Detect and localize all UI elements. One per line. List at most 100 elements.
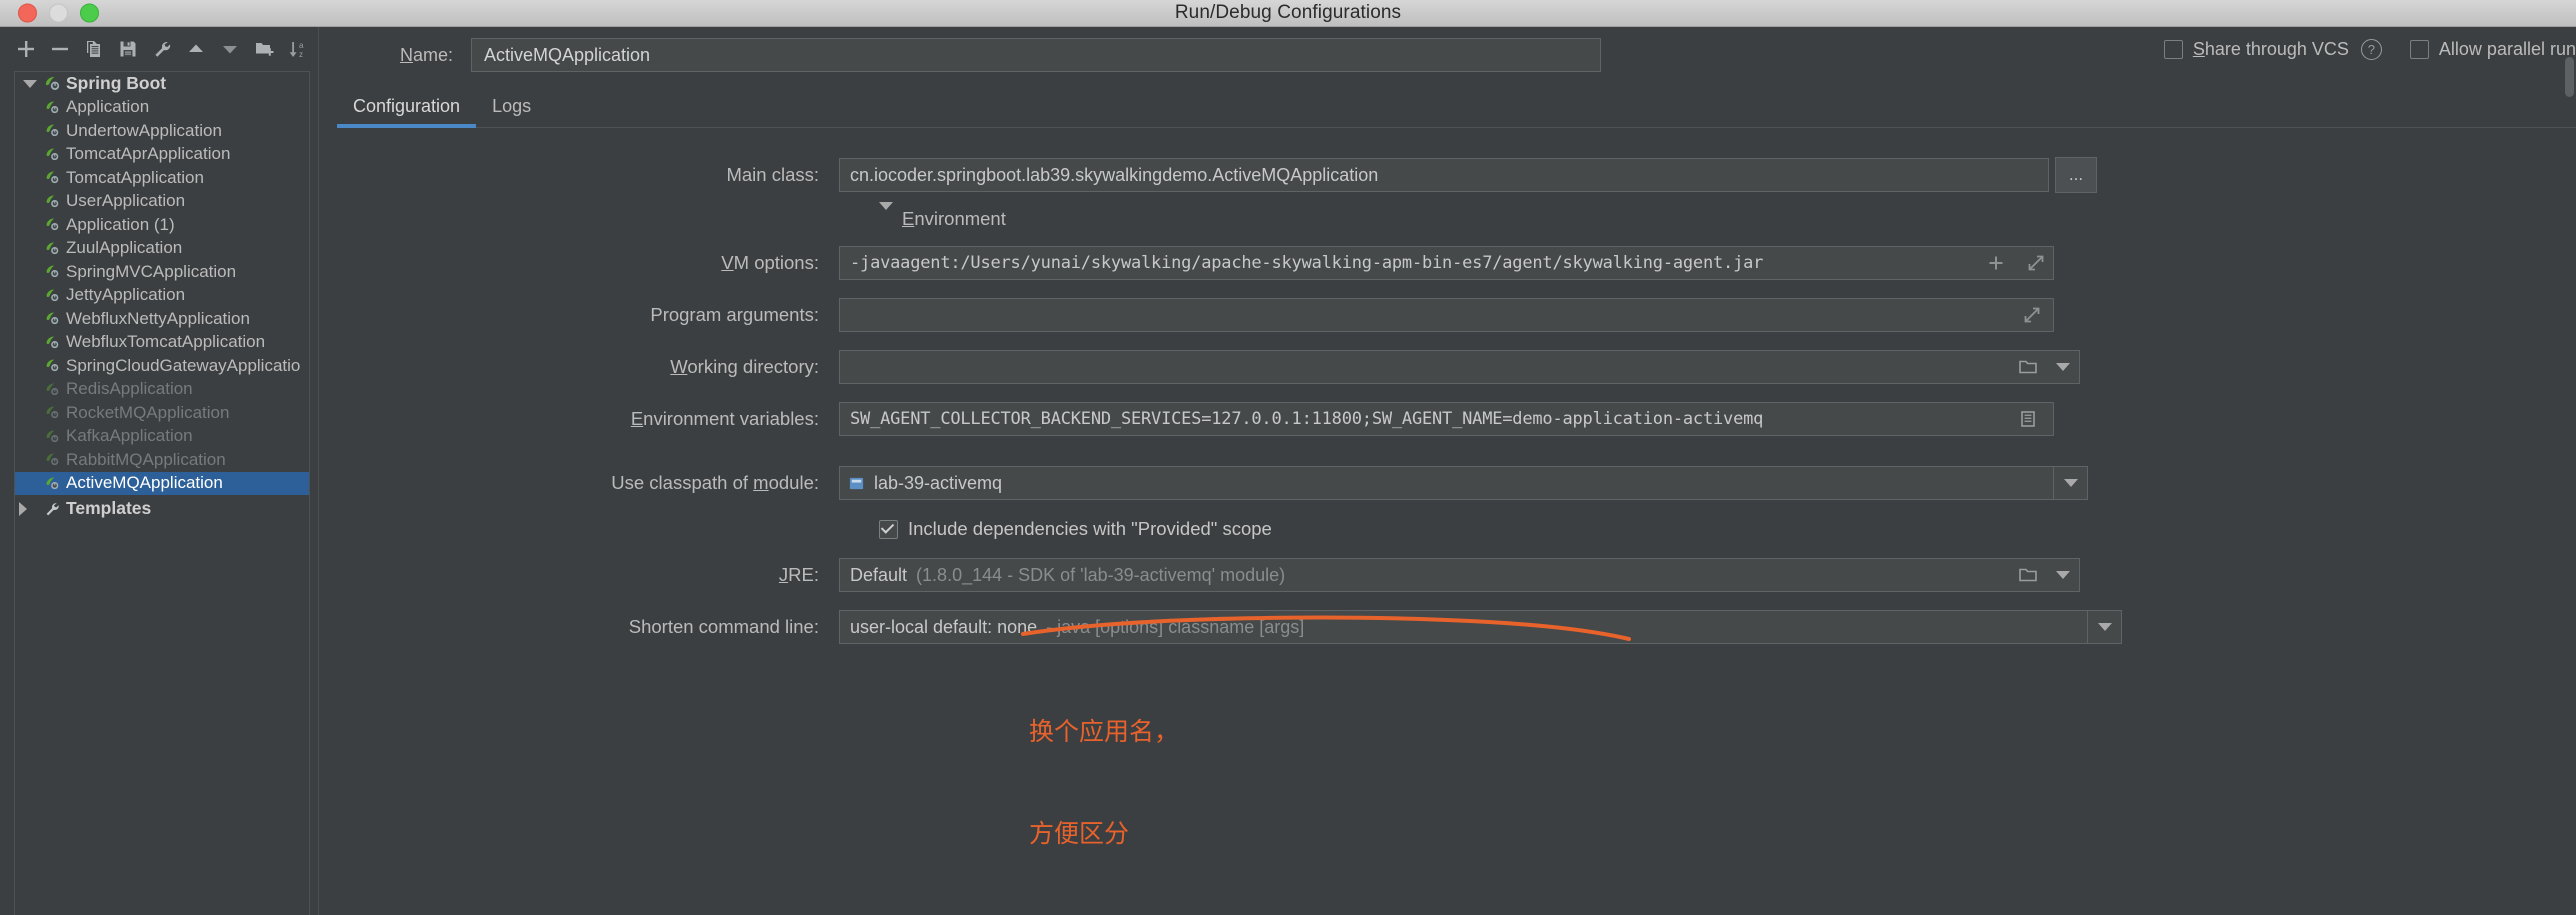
working-directory-input[interactable] (839, 350, 2054, 384)
spring-boot-icon (41, 287, 63, 304)
program-arguments-expand-icon[interactable] (2014, 299, 2050, 331)
tree-node-webfluxnettyapplication[interactable]: WebfluxNettyApplication (15, 307, 309, 331)
maximize-window-button[interactable] (80, 3, 99, 23)
working-directory-dropdown[interactable] (2046, 350, 2080, 384)
tree-node-webfluxtomcatapplication[interactable]: WebfluxTomcatApplication (15, 331, 309, 355)
vertical-scrollbar[interactable] (2565, 57, 2574, 97)
shorten-command-line-select[interactable]: user-local default: none - java [options… (839, 610, 2088, 644)
sort-configurations-button[interactable]: a z (282, 34, 313, 65)
tree-node-application[interactable]: Application (15, 96, 309, 120)
configuration-editor-panel: Name: ActiveMQApplication Share through … (319, 27, 2576, 915)
spring-boot-icon (41, 193, 63, 210)
tree-node-label: Application (66, 97, 150, 117)
collapse-arrow-icon[interactable] (19, 501, 41, 516)
tree-node-zuulapplication[interactable]: ZuulApplication (15, 237, 309, 261)
tree-node-kafkaapplication[interactable]: KafkaApplication (15, 425, 309, 449)
spring-boot-icon (41, 240, 63, 257)
include-provided-label: Include dependencies with "Provided" sco… (908, 518, 1272, 539)
window-traffic-lights (18, 3, 99, 23)
share-through-vcs-label: Share through VCS (2192, 39, 2349, 59)
tree-node-label: UserApplication (66, 191, 186, 211)
classpath-module-select[interactable]: lab-39-activemq (839, 466, 2054, 500)
working-directory-label: Working directory: (670, 356, 819, 377)
include-provided-checkbox[interactable] (879, 519, 898, 539)
vm-options-input[interactable]: -javaagent:/Users/yunai/skywalking/apach… (839, 246, 2054, 280)
tree-node-rocketmqapplication[interactable]: RocketMQApplication (15, 401, 309, 425)
annotation-text: 换个应用名， 方便区分 (1029, 647, 1179, 915)
environment-section-header[interactable]: Environment (879, 201, 2576, 237)
tree-node-application-1[interactable]: Application (1) (15, 213, 309, 237)
tree-node-redisapplication[interactable]: RedisApplication (15, 378, 309, 402)
main-class-row: Main class: cn.iocoder.springboot.lab39.… (319, 149, 2576, 201)
main-class-input[interactable]: cn.iocoder.springboot.lab39.skywalkingde… (839, 158, 2049, 192)
configuration-form: Main class: cn.iocoder.springboot.lab39.… (319, 129, 2576, 653)
create-folder-button[interactable] (248, 34, 279, 65)
jre-select[interactable]: Default (1.8.0_144 - SDK of 'lab-39-acti… (839, 558, 2054, 592)
main-class-browse-button[interactable]: ... (2055, 157, 2097, 193)
tree-node-tomcataprapplication[interactable]: TomcatAprApplication (15, 143, 309, 167)
tree-node-undertowapplication[interactable]: UndertowApplication (15, 119, 309, 143)
minimize-window-button[interactable] (49, 3, 68, 23)
tab-configuration[interactable]: Configuration (337, 96, 477, 128)
tree-node-springcloudgatewayapplicatio[interactable]: SpringCloudGatewayApplicatio (15, 354, 309, 378)
shorten-command-line-dropdown[interactable] (2088, 610, 2122, 644)
copy-configuration-button[interactable] (78, 34, 109, 65)
close-window-button[interactable] (18, 3, 37, 23)
spring-boot-icon (41, 357, 63, 374)
svg-text:a: a (299, 41, 304, 50)
dialog-body: a z Spring Boot Application UndertowAppl… (0, 27, 2576, 915)
spring-boot-icon (41, 451, 63, 468)
shorten-command-line-label: Shorten command line: (628, 616, 819, 637)
add-configuration-button[interactable] (10, 34, 41, 65)
vm-options-expand-icon[interactable] (2018, 247, 2054, 279)
tree-node-tomcatapplication[interactable]: TomcatApplication (15, 166, 309, 190)
environment-variables-input[interactable]: SW_AGENT_COLLECTOR_BACKEND_SERVICES=127.… (839, 402, 2054, 436)
browse-env-icon[interactable] (2010, 403, 2046, 435)
vm-options-row: VM options: -javaagent:/Users/yunai/skyw… (319, 237, 2576, 289)
jre-folder-icon[interactable] (2010, 559, 2046, 591)
remove-configuration-button[interactable] (44, 34, 75, 65)
tree-node-userapplication[interactable]: UserApplication (15, 190, 309, 214)
edit-templates-button[interactable] (146, 34, 177, 65)
spring-boot-icon (41, 404, 63, 421)
tree-node-springmvcapplication[interactable]: SpringMVCApplication (15, 260, 309, 284)
tree-node-activemqapplication[interactable]: ActiveMQApplication (15, 471, 309, 495)
spring-boot-icon (41, 263, 63, 280)
tree-node-label: SpringMVCApplication (66, 261, 237, 281)
spring-boot-icon (41, 381, 63, 398)
include-provided-row: Include dependencies with "Provided" sco… (879, 509, 2576, 549)
tree-node-spring-boot[interactable]: Spring Boot (15, 72, 309, 96)
jre-value-hint: (1.8.0_144 - SDK of 'lab-39-activemq' mo… (916, 564, 1286, 585)
classpath-module-dropdown[interactable] (2054, 466, 2088, 500)
working-directory-row: Working directory: (319, 341, 2576, 393)
vm-options-add-icon[interactable] (1978, 247, 2014, 279)
help-icon[interactable]: ? (2360, 39, 2382, 60)
folder-icon[interactable] (2010, 351, 2046, 383)
name-input[interactable]: ActiveMQApplication (471, 38, 1601, 72)
tree-children-container: Application UndertowApplication TomcatAprA… (15, 96, 309, 495)
tree-node-label: JettyApplication (66, 285, 186, 305)
tree-node-rabbitmqapplication[interactable]: RabbitMQApplication (15, 448, 309, 472)
tree-node-label: TomcatApplication (66, 167, 204, 187)
tree-node-templates[interactable]: Templates (15, 497, 309, 521)
expand-arrow-icon[interactable] (19, 79, 41, 88)
tree-node-jettyapplication[interactable]: JettyApplication (15, 284, 309, 308)
share-through-vcs-checkbox[interactable] (2163, 40, 2183, 59)
jre-dropdown[interactable] (2046, 558, 2080, 592)
environment-variables-label: Environment variables: (630, 408, 819, 429)
spring-boot-icon (41, 146, 63, 163)
classpath-module-label: Use classpath of module: (611, 472, 819, 493)
save-configuration-button[interactable] (112, 34, 143, 65)
editor-tabs: Configuration Logs (337, 87, 2576, 128)
tree-node-label: UndertowApplication (66, 120, 222, 140)
move-down-button[interactable] (214, 34, 245, 65)
program-arguments-input[interactable] (839, 298, 2054, 332)
tree-node-label: TomcatAprApplication (66, 144, 231, 164)
allow-parallel-run-checkbox[interactable] (2409, 40, 2429, 59)
configurations-tree[interactable]: Spring Boot Application UndertowApplicati… (14, 71, 310, 915)
tab-logs[interactable]: Logs (476, 96, 547, 127)
move-up-button[interactable] (180, 34, 211, 65)
tree-node-label: ZuulApplication (66, 238, 183, 258)
vm-options-label: VM options: (721, 252, 819, 273)
environment-expand-icon[interactable] (879, 202, 893, 228)
